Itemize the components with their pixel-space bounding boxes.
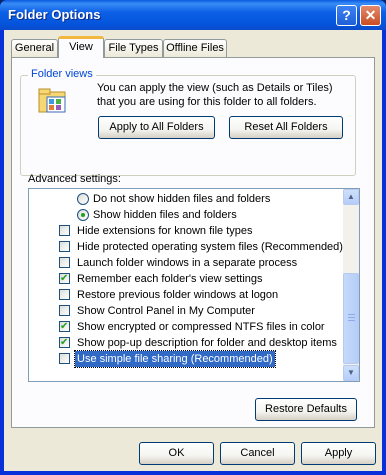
list-item-label: Show hidden files and folders: [93, 209, 237, 221]
checkbox-separate-process[interactable]: [59, 257, 70, 268]
list-item-label: Hide extensions for known file types: [77, 225, 253, 237]
radio-show-hidden[interactable]: [77, 209, 89, 221]
folder-options-window: Folder Options ? ✕ General View File Typ…: [0, 0, 386, 475]
list-item[interactable]: Launch folder windows in a separate proc…: [29, 255, 343, 271]
tab-view[interactable]: View: [58, 36, 104, 58]
folder-views-icon: [38, 88, 66, 113]
checkbox-ntfs-color[interactable]: [59, 319, 70, 335]
restore-defaults-button[interactable]: Restore Defaults: [255, 398, 357, 421]
list-item[interactable]: Show hidden files and folders: [29, 207, 343, 223]
checkbox-popup-description[interactable]: [59, 335, 70, 351]
ok-button[interactable]: OK: [139, 442, 214, 465]
list-item[interactable]: Show pop-up description for folder and d…: [29, 335, 343, 351]
tab-offline-files[interactable]: Offline Files: [163, 39, 227, 57]
list-item-label: Hide protected operating system files (R…: [77, 241, 343, 253]
cancel-button[interactable]: Cancel: [220, 442, 295, 465]
list-item[interactable]: Hide extensions for known file types: [29, 223, 343, 239]
grip-line: [348, 320, 355, 321]
window-title: Folder Options: [8, 7, 101, 22]
folder-views-description: You can apply the view (such as Details …: [97, 82, 333, 108]
checkbox-hide-extensions[interactable]: [59, 225, 70, 236]
list-item[interactable]: Do not show hidden files and folders: [29, 191, 343, 207]
dialog-body: General View File Types Offline Files Fo…: [4, 30, 382, 471]
checkbox-simple-file-sharing[interactable]: [59, 353, 70, 364]
tab-general[interactable]: General: [11, 39, 58, 57]
help-button[interactable]: ?: [336, 5, 357, 26]
apply-button[interactable]: Apply: [301, 442, 376, 465]
vertical-scrollbar[interactable]: ▲ ▼: [343, 189, 359, 381]
checkbox-remember-view-settings[interactable]: [59, 271, 70, 287]
reset-all-folders-button[interactable]: Reset All Folders: [229, 116, 343, 139]
tab-file-types[interactable]: File Types: [104, 39, 163, 57]
list-item[interactable]: Remember each folder's view settings: [29, 271, 343, 287]
list-item[interactable]: Restore previous folder windows at logon: [29, 287, 343, 303]
apply-to-all-folders-button[interactable]: Apply to All Folders: [98, 116, 215, 139]
grip-line: [348, 317, 355, 318]
list-item-label: Launch folder windows in a separate proc…: [77, 257, 298, 269]
list-item[interactable]: Use simple file sharing (Recommended): [29, 350, 343, 368]
list-item[interactable]: Show Control Panel in My Computer: [29, 303, 343, 319]
folder-views-legend: Folder views: [28, 68, 96, 80]
list-item-label: Use simple file sharing (Recommended): [74, 350, 276, 368]
close-button[interactable]: ✕: [360, 5, 381, 26]
list-item-label: Show Control Panel in My Computer: [77, 305, 255, 317]
list-item-label: Show encrypted or compressed NTFS files …: [77, 321, 325, 333]
list-item-label: Remember each folder's view settings: [77, 273, 263, 285]
radio-do-not-show-hidden[interactable]: [77, 193, 89, 205]
scroll-thumb[interactable]: [343, 273, 359, 364]
list-item-label: Restore previous folder windows at logon: [77, 289, 279, 301]
list-item-label: Show pop-up description for folder and d…: [77, 337, 337, 349]
grip-line: [348, 314, 355, 315]
checkbox-restore-windows[interactable]: [59, 289, 70, 300]
list-item[interactable]: Show encrypted or compressed NTFS files …: [29, 319, 343, 335]
checkbox-hide-protected-files[interactable]: [59, 241, 70, 252]
advanced-settings-label: Advanced settings:: [28, 173, 121, 185]
scroll-down-button[interactable]: ▼: [343, 365, 359, 381]
scroll-up-button[interactable]: ▲: [343, 189, 359, 205]
list-item[interactable]: Hide protected operating system files (R…: [29, 239, 343, 255]
advanced-settings-list[interactable]: Do not show hidden files and folders Sho…: [28, 188, 360, 382]
title-bar[interactable]: Folder Options ? ✕: [0, 0, 386, 30]
list-item-label: Do not show hidden files and folders: [93, 193, 271, 205]
checkbox-show-control-panel[interactable]: [59, 305, 70, 316]
